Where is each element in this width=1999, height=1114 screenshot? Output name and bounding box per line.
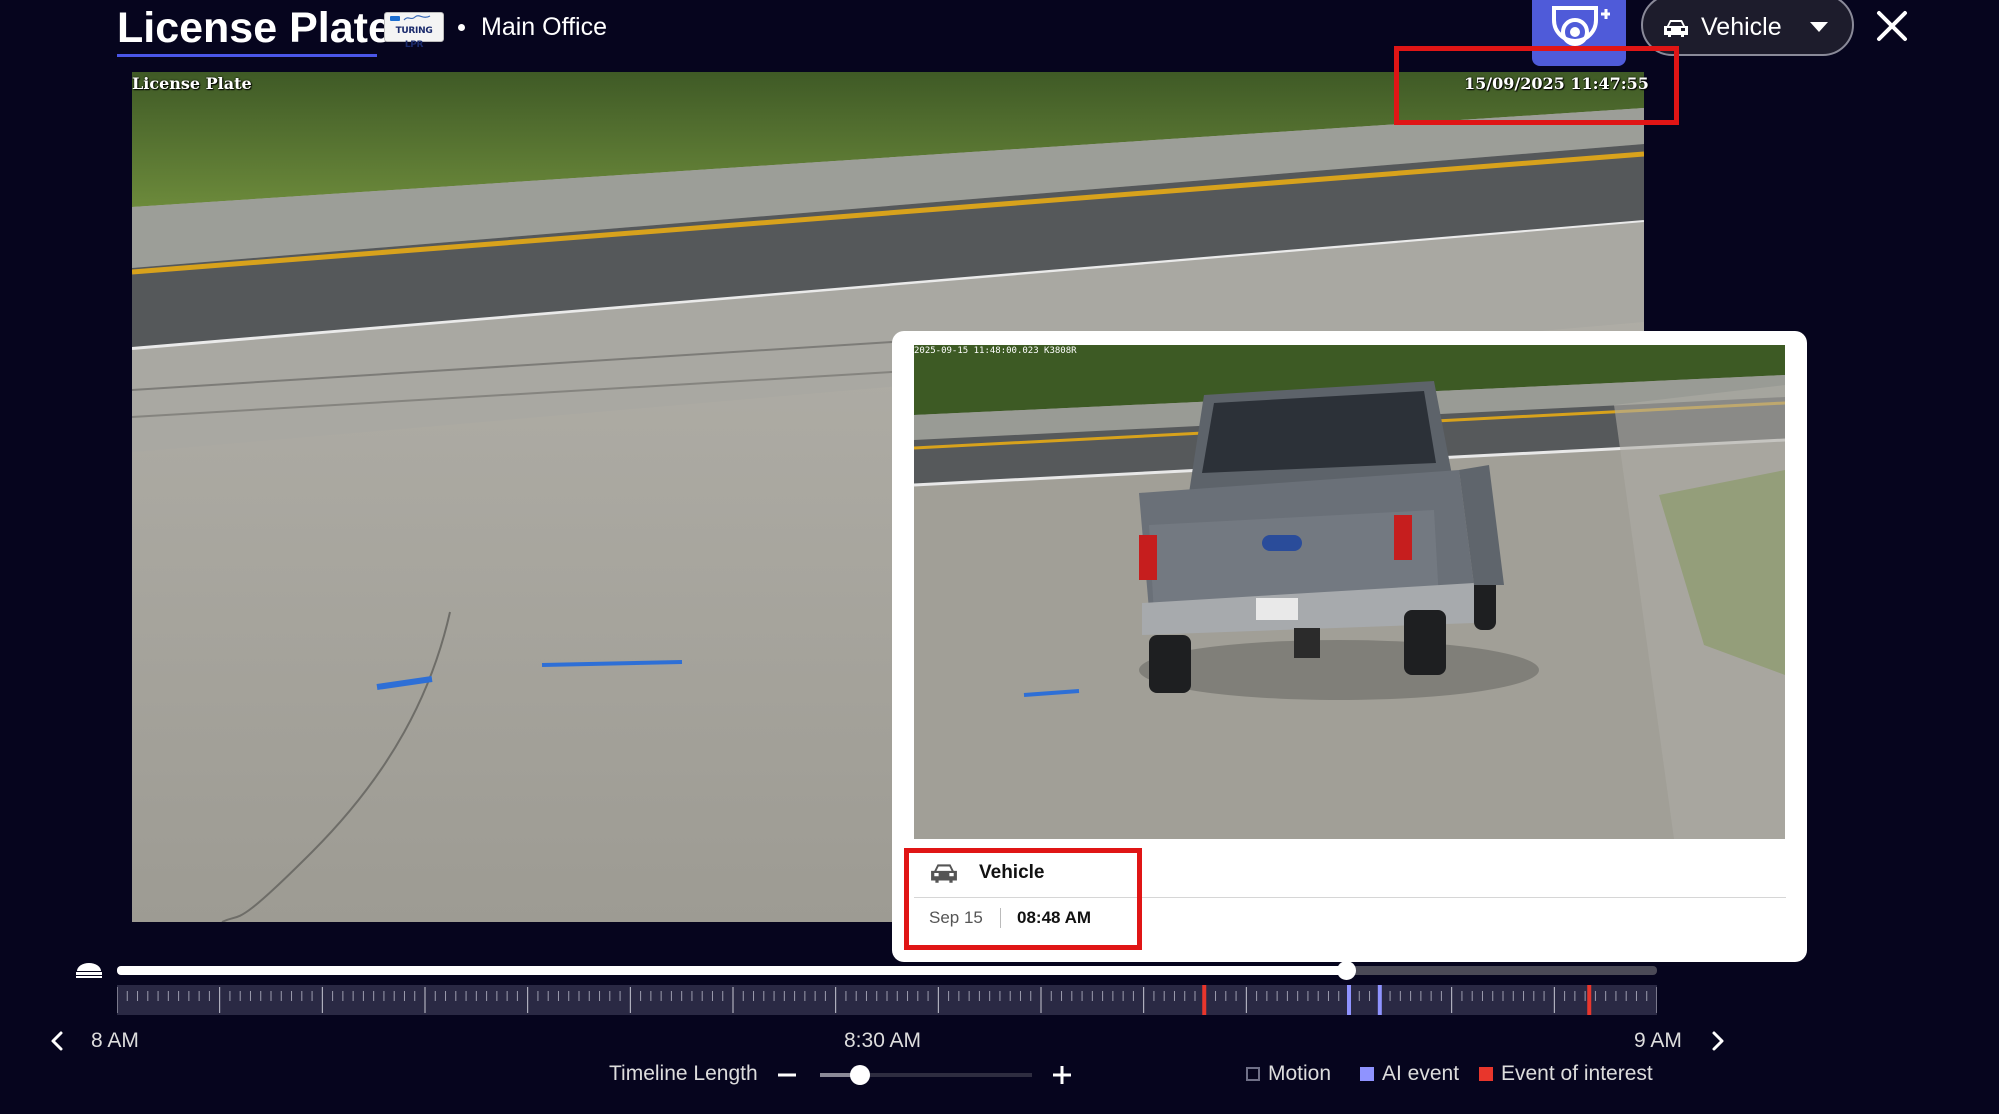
legend-motion-label: Motion [1268, 1062, 1332, 1085]
event-info-highlight-box [904, 848, 1142, 950]
timeline-length-thumb[interactable] [850, 1065, 871, 1085]
legend-ai-label: AI event [1382, 1062, 1460, 1085]
ai-event-swatch [1360, 1067, 1374, 1081]
chevron-down-icon [1810, 22, 1828, 32]
ai-event-marker [1347, 985, 1351, 1015]
lpr-badge: TURING LPR [384, 12, 444, 50]
playhead-thumb[interactable] [1336, 961, 1356, 980]
event-snapshot[interactable] [914, 345, 1785, 839]
scrubber-handle-icon[interactable] [75, 961, 103, 979]
interest-swatch [1479, 1067, 1493, 1081]
legend-event-of-interest: Event of interest [1479, 1061, 1653, 1087]
timeline-mid-label: 8:30 AM [844, 1029, 922, 1052]
legend-motion: Motion [1246, 1061, 1331, 1087]
legend-ai-event: AI event [1360, 1061, 1459, 1087]
snapshot-timestamp: 2025-09-15 11:48:00.023 K3808R [914, 346, 1077, 356]
interest-event-marker [1202, 985, 1207, 1015]
ai-event-marker [1377, 985, 1382, 1015]
playback-progress-fill [117, 966, 1346, 975]
badge-script-icon [403, 15, 431, 21]
location-label: Main Office [481, 13, 607, 41]
vehicle-snapshot-image [914, 345, 1785, 839]
timeline-end-label: 9 AM [1634, 1029, 1682, 1052]
interest-event-marker [1587, 985, 1592, 1015]
chevron-right-icon[interactable] [1705, 1029, 1729, 1053]
object-type-value: Vehicle [1701, 13, 1782, 41]
camera-title: License Plate [117, 4, 392, 52]
timeline-start-label: 8 AM [91, 1029, 139, 1052]
plus-icon[interactable] [1050, 1063, 1074, 1087]
minus-icon[interactable] [775, 1063, 799, 1087]
badge-text: TURING LPR [395, 26, 433, 50]
car-icon [1664, 20, 1688, 37]
timeline-length-label: Timeline Length [609, 1062, 758, 1085]
legend-interest-label: Event of interest [1501, 1062, 1653, 1085]
motion-swatch [1246, 1067, 1260, 1081]
separator-dot [458, 24, 465, 31]
close-icon[interactable] [1874, 8, 1910, 44]
title-underline [117, 54, 377, 57]
osd-camera-name: License Plate [132, 74, 252, 93]
timestamp-highlight-box [1394, 46, 1679, 125]
badge-flag-icon [390, 16, 400, 21]
chevron-left-icon[interactable] [46, 1029, 70, 1053]
timeline-ticks[interactable] [117, 985, 1657, 1017]
